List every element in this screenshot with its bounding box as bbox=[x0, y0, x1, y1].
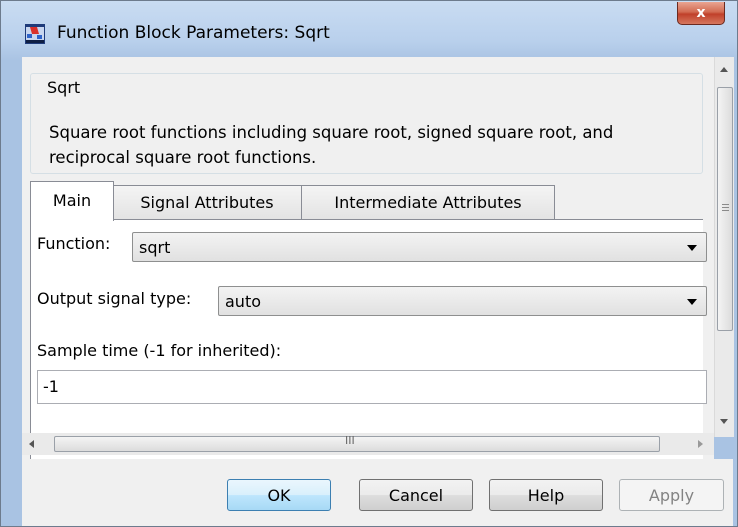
function-label: Function: bbox=[37, 234, 111, 253]
tab-main[interactable]: Main bbox=[30, 181, 114, 221]
output-signal-type-dropdown[interactable]: auto bbox=[218, 286, 707, 316]
sample-time-label: Sample time (-1 for inherited): bbox=[37, 341, 282, 360]
output-signal-type-value: auto bbox=[225, 292, 262, 311]
block-name-legend: Sqrt bbox=[45, 78, 83, 97]
tab-intermediate-attributes[interactable]: Intermediate Attributes bbox=[301, 185, 555, 219]
ok-button[interactable]: OK bbox=[227, 479, 331, 511]
block-description-group: Sqrt Square root functions including squ… bbox=[30, 73, 703, 174]
simulink-block-icon bbox=[25, 24, 45, 44]
parameters-pane: Sqrt Square root functions including squ… bbox=[22, 57, 714, 468]
horizontal-scroll-thumb[interactable]: III bbox=[54, 434, 660, 452]
chevron-down-icon bbox=[687, 245, 697, 251]
help-button[interactable]: Help bbox=[489, 479, 603, 511]
scroll-left-arrow-icon[interactable] bbox=[29, 440, 34, 448]
tab-signal-attributes[interactable]: Signal Attributes bbox=[112, 185, 302, 219]
vertical-scroll-thumb[interactable] bbox=[717, 87, 733, 331]
function-value: sqrt bbox=[139, 238, 171, 257]
chevron-down-icon bbox=[687, 299, 697, 305]
horizontal-scrollbar[interactable]: III bbox=[22, 433, 714, 455]
horizontal-grip: III bbox=[345, 434, 355, 447]
output-signal-type-label: Output signal type: bbox=[37, 289, 192, 308]
grip-line bbox=[722, 204, 729, 205]
apply-button[interactable]: Apply bbox=[619, 479, 724, 511]
button-bar: OK Cancel Help Apply bbox=[22, 459, 733, 526]
function-dropdown[interactable]: sqrt bbox=[132, 232, 707, 262]
title-bar[interactable]: Function Block Parameters: Sqrt x bbox=[1, 1, 737, 51]
window-title: Function Block Parameters: Sqrt bbox=[57, 23, 330, 43]
vertical-scrollbar[interactable] bbox=[714, 57, 734, 437]
dialog-window: Function Block Parameters: Sqrt x Sqrt S… bbox=[0, 0, 738, 527]
main-tab-panel: Function: sqrt Output signal type: auto … bbox=[30, 219, 707, 468]
grip-line bbox=[722, 210, 729, 211]
block-description: Square root functions including square r… bbox=[49, 123, 614, 167]
scroll-up-arrow-icon[interactable] bbox=[720, 67, 728, 72]
grip-line bbox=[722, 207, 729, 208]
sample-time-field[interactable]: -1 bbox=[37, 370, 707, 404]
cancel-button[interactable]: Cancel bbox=[359, 479, 473, 511]
scroll-down-arrow-icon[interactable] bbox=[720, 419, 728, 424]
close-button[interactable]: x bbox=[677, 2, 725, 25]
scroll-right-arrow-icon[interactable] bbox=[698, 440, 703, 448]
